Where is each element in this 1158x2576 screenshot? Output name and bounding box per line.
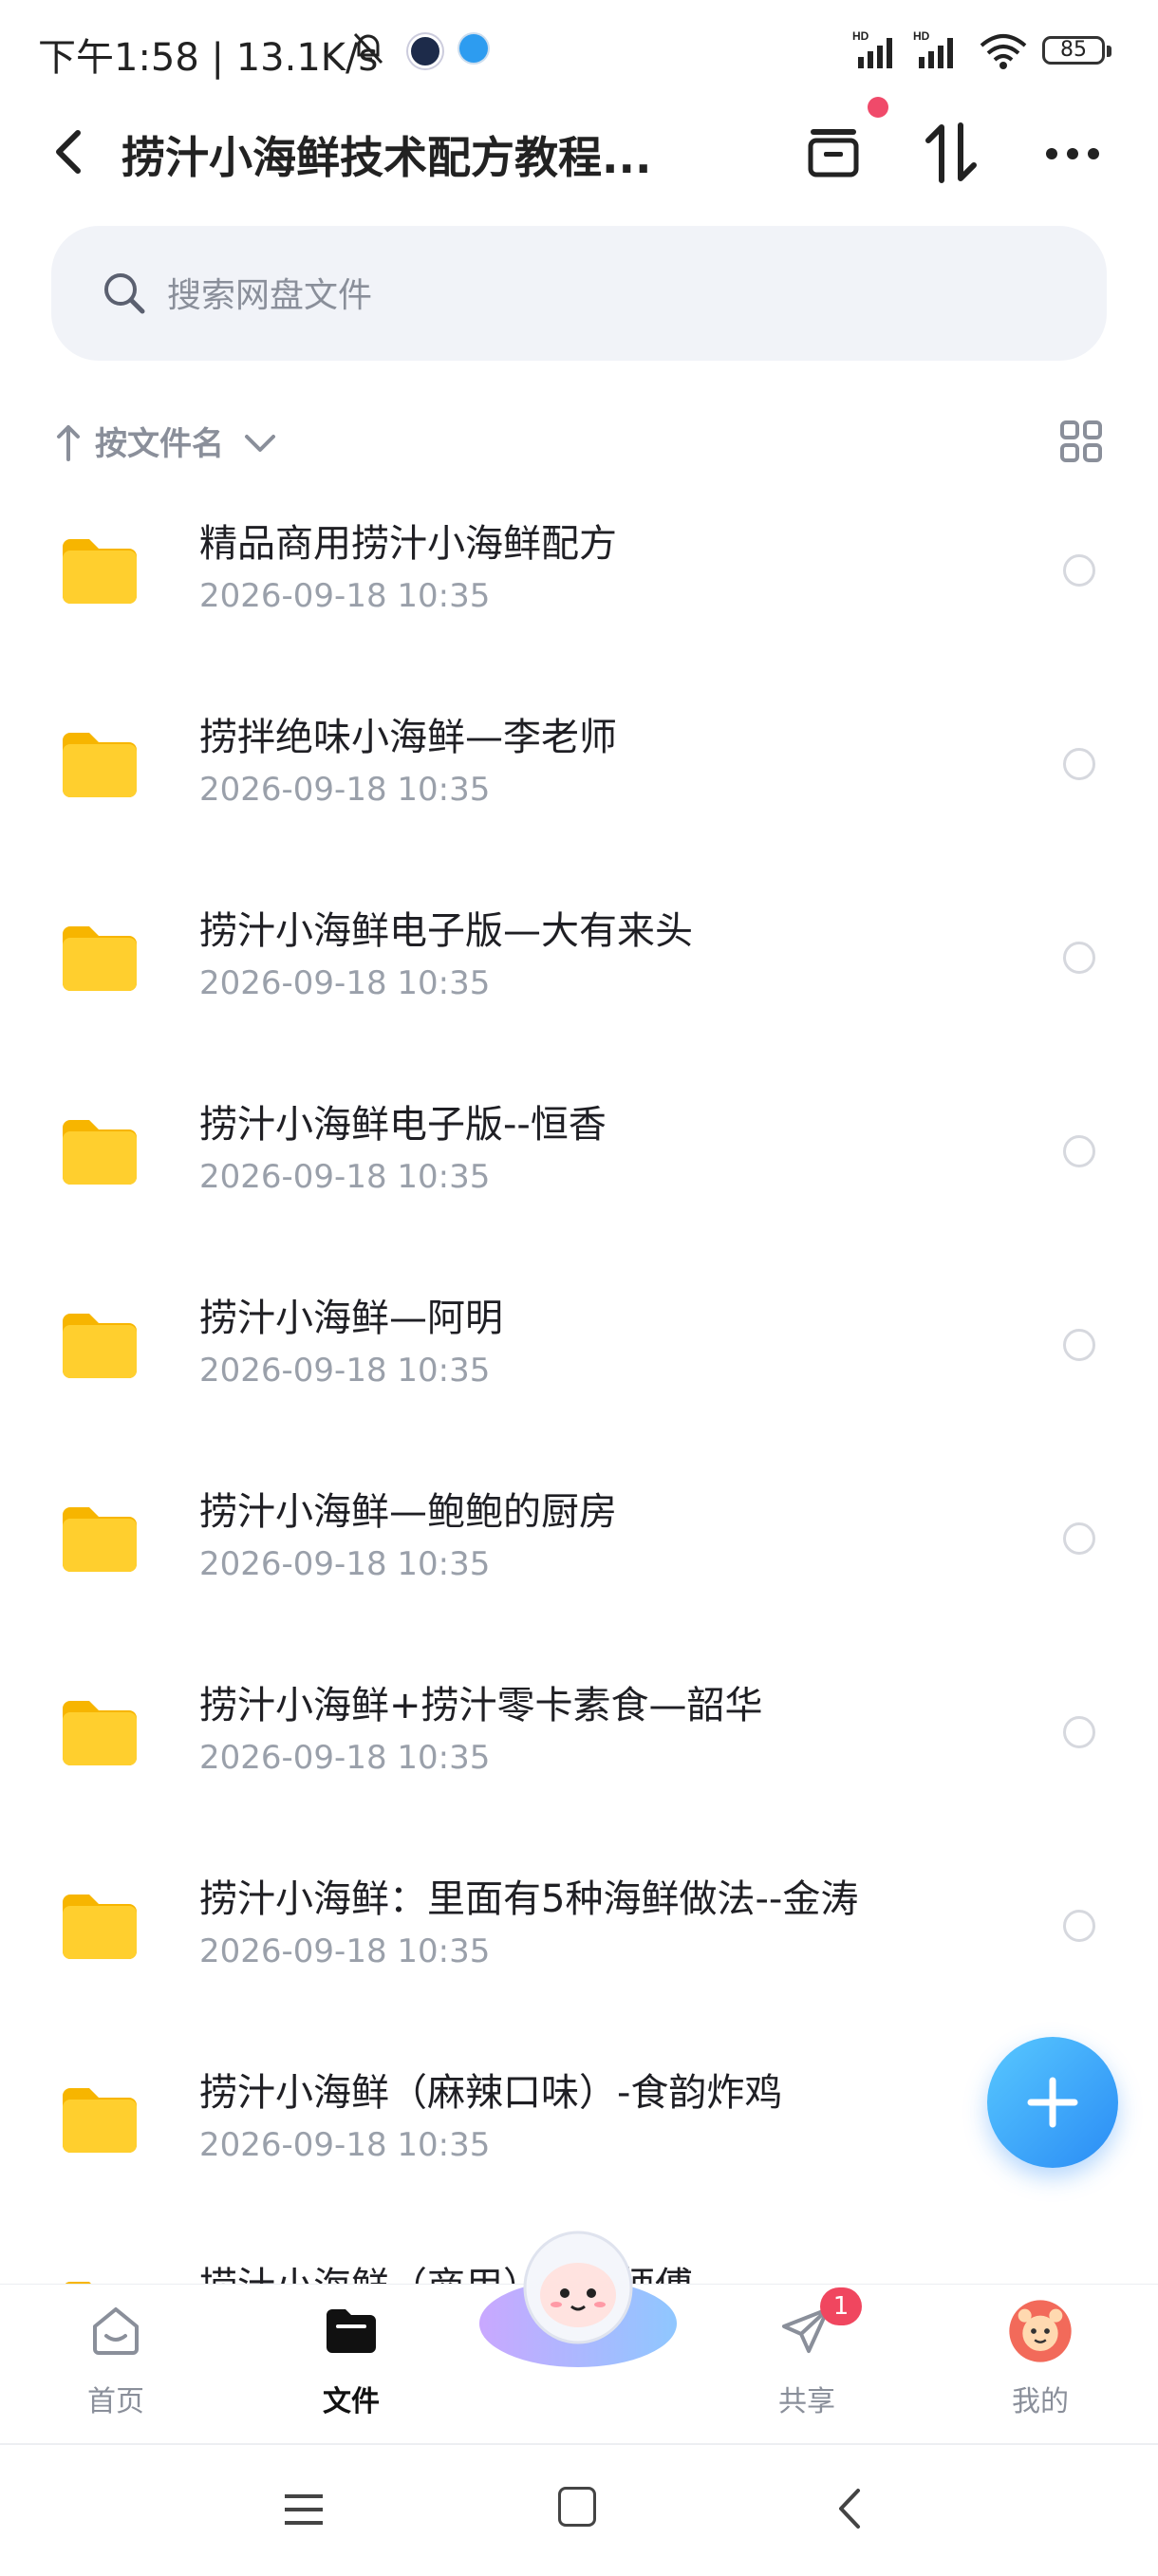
folder-icon [63,733,137,797]
upload-notification-icon [459,34,488,63]
status-time: 下午1:58 | 13.1K/s [38,36,379,80]
avatar [1009,2300,1072,2362]
file-row[interactable]: 捞汁小海鲜：里面有5种海鲜做法--金涛 2026-09-18 10:35 [0,1830,1158,2024]
notification-dot [868,97,888,118]
sort-arrow-up-icon [57,425,80,461]
file-row[interactable]: 捞汁小海鲜电子版—大有来头 2026-09-18 10:35 [0,862,1158,1055]
file-row[interactable]: 捞汁小海鲜—阿明 2026-09-18 10:35 [0,1249,1158,1443]
nav-share-label: 共享 [778,2385,835,2418]
grid-view-icon[interactable] [1059,420,1103,463]
file-row[interactable]: 精品商用捞汁小海鲜配方 2026-09-18 10:35 [0,475,1158,668]
chevron-down-icon [245,435,275,452]
select-checkbox[interactable] [1063,554,1095,587]
select-checkbox[interactable] [1063,1135,1095,1167]
battery-indicator: 85 [1042,36,1111,65]
select-checkbox[interactable] [1063,1716,1095,1748]
folder-icon [63,1314,137,1378]
select-checkbox[interactable] [1063,1522,1095,1555]
ai-assistant-mascot-icon[interactable] [475,2229,682,2371]
file-row[interactable]: 捞汁小海鲜+捞汁零卡素食—韶华 2026-09-18 10:35 [0,1636,1158,1830]
svg-text:HD: HD [852,29,869,43]
nav-home[interactable]: 首页 [40,2285,192,2444]
share-badge: 1 [820,2287,862,2325]
file-name: 捞汁小海鲜电子版--恒香 [199,1103,607,1147]
file-name: 精品商用捞汁小海鲜配方 [199,522,617,566]
file-row[interactable]: 捞拌绝味小海鲜—李老师 2026-09-18 10:35 [0,668,1158,862]
file-row[interactable]: 捞汁小海鲜—鲍鲍的厨房 2026-09-18 10:35 [0,1443,1158,1636]
plus-icon [1027,2077,1078,2128]
sort-icon[interactable] [921,121,981,184]
page-title: 捞汁小海鲜技术配方教程... [121,132,652,183]
recent-apps-icon[interactable] [283,2491,325,2529]
system-back-icon[interactable] [835,2487,864,2530]
sort-label: 按文件名 [95,425,224,463]
file-date: 2026-09-18 10:35 [199,1739,491,1777]
signal-icon: HD [852,29,892,68]
svg-text:HD: HD [913,29,930,43]
file-name: 捞汁小海鲜+捞汁零卡素食—韶华 [199,1684,763,1727]
folder-nav-icon [327,2309,376,2353]
file-date: 2026-09-18 10:35 [199,771,491,809]
search-placeholder: 搜索网盘文件 [167,276,373,315]
folder-icon [63,1120,137,1185]
nav-home-label: 首页 [87,2385,144,2418]
mute-bell-icon [353,32,383,65]
folder-icon [63,926,137,991]
back-arrow-icon[interactable] [46,125,93,178]
folder-icon [63,539,137,604]
home-square-icon[interactable] [558,2487,596,2527]
file-date: 2026-09-18 10:35 [199,1158,491,1196]
folder-icon [63,1507,137,1572]
system-nav-bar [0,2443,1158,2576]
file-date: 2026-09-18 10:35 [199,964,491,1002]
nav-mine[interactable]: 我的 [964,2285,1116,2444]
folder-icon [63,1701,137,1765]
sort-selector[interactable]: 按文件名 [55,416,587,469]
file-date: 2026-09-18 10:35 [199,1545,491,1583]
select-checkbox[interactable] [1063,1329,1095,1361]
file-name: 捞汁小海鲜—阿明 [199,1297,503,1340]
file-date: 2026-09-18 10:35 [199,1352,491,1390]
select-checkbox[interactable] [1063,748,1095,780]
file-date: 2026-09-18 10:35 [199,2126,491,2164]
file-row[interactable]: 捞汁小海鲜电子版--恒香 2026-09-18 10:35 [0,1055,1158,1249]
app-notification-icon [408,34,442,68]
folder-icon [63,2088,137,2153]
home-icon [93,2307,139,2355]
search-icon [104,273,145,314]
signal-icon-2: HD [913,29,953,68]
search-bar[interactable]: 搜索网盘文件 [51,226,1107,361]
select-checkbox[interactable] [1063,942,1095,974]
add-button[interactable] [987,2037,1118,2168]
wifi-icon [980,34,1027,69]
file-name: 捞汁小海鲜—鲍鲍的厨房 [199,1490,617,1534]
select-checkbox[interactable] [1063,1910,1095,1942]
more-options-icon[interactable] [1044,135,1101,173]
file-name: 捞拌绝味小海鲜—李老师 [199,716,617,759]
file-row[interactable]: 捞汁小海鲜（麻辣口味）-食韵炸鸡 2026-09-18 10:35 [0,2024,1158,2217]
folder-icon [63,1895,137,1959]
file-date: 2026-09-18 10:35 [199,577,491,615]
status-bar: 下午1:58 | 13.1K/s HD HD 85 [0,0,1158,95]
nav-files[interactable]: 文件 [275,2285,427,2444]
file-name: 捞汁小海鲜：里面有5种海鲜做法--金涛 [199,1877,859,1921]
file-name: 捞汁小海鲜（麻辣口味）-食韵炸鸡 [199,2071,783,2115]
transfer-list-icon[interactable] [805,123,862,180]
nav-mine-label: 我的 [1012,2385,1069,2418]
nav-files-label: 文件 [323,2385,380,2418]
file-date: 2026-09-18 10:35 [199,1932,491,1970]
file-name: 捞汁小海鲜电子版—大有来头 [199,909,693,953]
